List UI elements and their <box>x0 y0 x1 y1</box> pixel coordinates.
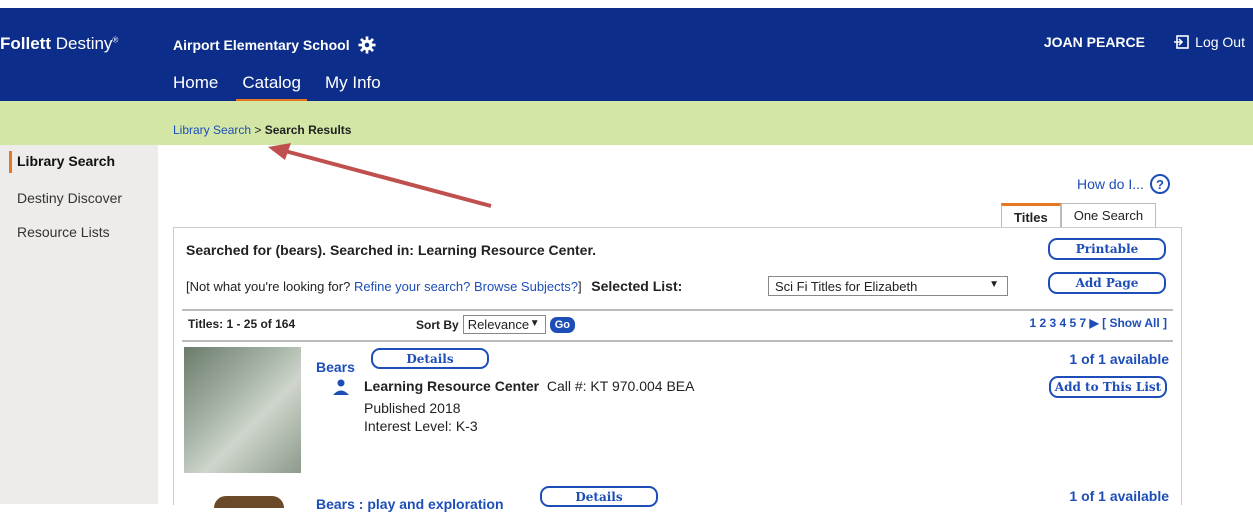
breadcrumb-library-search[interactable]: Library Search <box>173 123 251 137</box>
page-links[interactable]: 1 2 3 4 5 7 <box>1029 316 1086 330</box>
go-button[interactable]: Go <box>549 316 575 333</box>
browse-subjects-link[interactable]: Browse Subjects? <box>474 279 578 294</box>
help-icon: ? <box>1149 174 1170 194</box>
result-title-link[interactable]: Bears : play and exploration <box>316 496 504 512</box>
how-do-i-link[interactable]: How do I... ? <box>1077 174 1170 194</box>
nav-home[interactable]: Home <box>173 73 228 97</box>
divider <box>182 309 1173 311</box>
availability-status: 1 of 1 available <box>1069 351 1169 367</box>
sidebar-item-destiny-discover[interactable]: Destiny Discover <box>17 190 122 206</box>
follett-destiny-logo[interactable]: Follett Destiny® <box>0 34 118 54</box>
sort-by: Sort By Relevance ▼ Go <box>416 315 575 334</box>
app-header: Follett Destiny® Airport Elementary Scho… <box>0 8 1253 102</box>
next-page-icon[interactable]: ▶ <box>1090 316 1099 330</box>
refine-suffix: ] <box>578 279 582 294</box>
breadcrumb: Library Search > Search Results <box>173 123 351 137</box>
breadcrumb-bar: Library Search > Search Results <box>0 101 1253 145</box>
nav-catalog[interactable]: Catalog <box>236 73 311 102</box>
show-all-link[interactable]: [ Show All ] <box>1102 316 1167 330</box>
brand-bold: Follett <box>0 34 51 53</box>
breadcrumb-current: Search Results <box>264 123 352 137</box>
book-cover-thumbnail[interactable] <box>184 347 301 473</box>
nav-my-info[interactable]: My Info <box>325 73 391 97</box>
breadcrumb-separator: > <box>251 123 265 137</box>
selected-list-value: Sci Fi Titles for Elizabeth <box>775 279 918 294</box>
result-tabs: Titles One Search <box>1001 203 1157 229</box>
published-year: Published 2018 <box>364 400 461 416</box>
sort-select[interactable]: Relevance ▼ <box>462 315 546 334</box>
refine-prefix: [Not what you're looking for? <box>186 279 351 294</box>
sort-label: Sort By <box>416 317 459 332</box>
brand-thin: Destiny <box>55 34 113 53</box>
refine-line: [Not what you're looking for? Refine you… <box>186 278 682 294</box>
call-number: Call #: KT 970.004 BEA <box>546 378 695 394</box>
selected-list-label: Selected List: <box>591 278 683 294</box>
search-summary: Searched for (bears). Searched in: Learn… <box>186 242 597 258</box>
results-panel: Searched for (bears). Searched in: Learn… <box>173 227 1182 512</box>
details-button[interactable]: Details <box>371 348 489 369</box>
result-title-link[interactable]: Bears <box>316 359 355 375</box>
sidebar-item-library-search[interactable]: Library Search <box>17 153 115 169</box>
availability-status: 1 of 1 available <box>1069 488 1169 504</box>
location-call-number: Learning Resource Center Call #: KT 970.… <box>364 378 694 394</box>
refine-search-link[interactable]: Refine your search? <box>354 279 470 294</box>
add-page-button[interactable]: Add Page <box>1048 272 1166 294</box>
chevron-down-icon: ▼ <box>529 318 540 329</box>
main-nav: Home Catalog My Info <box>173 73 405 102</box>
interest-level: Interest Level: K-3 <box>364 418 478 434</box>
gear-icon[interactable] <box>358 36 376 54</box>
location-name: Learning Resource Center <box>364 378 540 394</box>
sidebar-item-resource-lists[interactable]: Resource Lists <box>17 224 110 240</box>
chevron-down-icon: ▼ <box>989 279 999 290</box>
top-strip <box>0 0 1253 8</box>
selected-list-dropdown[interactable]: Sci Fi Titles for Elizabeth ▼ <box>768 276 1008 296</box>
logout-button[interactable]: Log Out <box>1173 34 1245 50</box>
logout-label: Log Out <box>1195 34 1245 50</box>
logout-icon <box>1174 35 1189 49</box>
results-count: Titles: 1 - 25 of 164 <box>188 317 296 331</box>
how-do-i-label: How do I... <box>1077 176 1144 192</box>
add-to-this-list-button[interactable]: Add to This List <box>1049 376 1167 398</box>
pagination: 1 2 3 4 5 7 ▶ [ Show All ] <box>1029 316 1167 330</box>
printable-button[interactable]: Printable <box>1048 238 1166 260</box>
user-name: JOAN PEARCE <box>1043 34 1145 50</box>
sidebar-active-indicator <box>9 151 12 173</box>
brand-mark: ® <box>112 35 119 45</box>
school-label: Airport Elementary School <box>173 37 350 53</box>
book-cover-thumbnail[interactable] <box>214 496 284 508</box>
tab-one-search[interactable]: One Search <box>1060 203 1157 229</box>
divider <box>182 340 1173 342</box>
tab-titles[interactable]: Titles <box>1001 203 1061 229</box>
book-icon <box>333 379 349 395</box>
sort-value: Relevance <box>467 317 530 332</box>
school-name: Airport Elementary School <box>173 36 376 54</box>
